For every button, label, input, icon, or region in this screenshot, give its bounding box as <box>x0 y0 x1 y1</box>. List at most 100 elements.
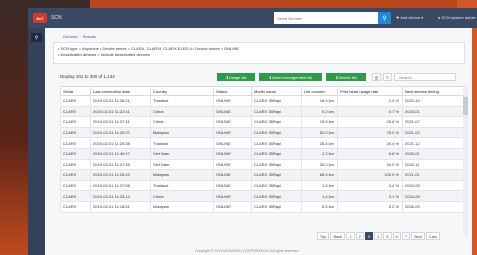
table-cell: CLARX 35Rapi <box>251 116 302 128</box>
pagination-page[interactable]: 6 <box>392 232 401 240</box>
table-cell[interactable]: CLARX <box>60 158 91 171</box>
table-cell: 2019-02-01 11:27:45 <box>90 158 151 171</box>
main-panel: Devices › Results • SCN type = Any/none • … <box>45 28 472 255</box>
table-cell[interactable]: CLARX <box>60 116 91 128</box>
table-cell: 0.2 km <box>301 105 338 118</box>
table-row[interactable]: CLARX 2019-02-01 11:25:42 Malaysia ONLINE CL… <box>60 169 464 181</box>
column-header[interactable]: Life counter <box>301 86 338 96</box>
app-logo[interactable]: IIoT <box>33 13 47 23</box>
table-cell: Thailand <box>150 95 214 107</box>
breadcrumb-devices[interactable]: Devices <box>63 34 77 39</box>
table-cell: 2019-02-01 11:26:21 <box>90 95 151 107</box>
table-cell: 76.2 % <box>337 126 403 139</box>
table-cell: 28.4 km <box>301 137 338 149</box>
device-list-button[interactable]: ⬇ Device list <box>326 73 366 81</box>
pagination-page[interactable]: 1 <box>346 232 355 240</box>
table-cell: 3.1 % <box>337 190 403 202</box>
pagination-page[interactable]: 2 <box>355 232 364 240</box>
table-row[interactable]: CLARX 2019-02-01 11:40:47 Viet Nam ONLINE CL… <box>60 147 464 160</box>
table-cell: 1.4 km <box>301 190 338 202</box>
table-cell[interactable]: CLARX <box>60 95 91 107</box>
table-row[interactable]: CLARX 2019-02-01 11:25:38 Thailand ONLINE CL… <box>60 137 464 149</box>
table-search-input[interactable] <box>394 73 456 81</box>
column-header[interactable]: Print head usage rate <box>337 86 403 96</box>
table-cell: Thailand <box>150 179 214 192</box>
column-header[interactable]: Status <box>213 86 252 96</box>
table-cell: Viet Nam <box>150 158 214 171</box>
scrollbar-thumb[interactable] <box>463 97 468 115</box>
pagination-next[interactable]: Next <box>411 232 426 240</box>
table-cell[interactable]: CLARX <box>60 105 91 118</box>
table-cell: Malaysia <box>150 200 214 213</box>
pagination: Top Back 1 2 3 4 5 6 7 Next Last <box>317 232 441 240</box>
search-icon[interactable]: ⚲ <box>31 33 42 42</box>
table-cell: 2020-11 <box>402 158 464 171</box>
top-navigation-bar: IIoT SCN ⚲ ✚ Add device ▾ ● SCN system a… <box>28 8 477 28</box>
table-cell: ONLINE <box>213 200 252 213</box>
table-cell: CLARX 35Rapi <box>251 137 302 149</box>
table-cell: ONLINE <box>213 190 252 202</box>
column-header[interactable]: Serial <box>60 86 91 96</box>
table-row[interactable]: CLARX 2019-02-01 11:27:45 Viet Nam ONLINE CL… <box>60 158 464 171</box>
table-cell: 34.0 % <box>337 158 403 171</box>
column-header[interactable]: Country <box>150 86 214 96</box>
table-cell: CLARX 35Rapi <box>251 179 302 192</box>
serial-search: ⚲ <box>274 12 391 24</box>
table-cell: ONLINE <box>213 169 252 181</box>
asset-management-list-button[interactable]: ⬇ Asset management list <box>259 73 322 81</box>
table-cell: 2021-01 <box>402 169 464 181</box>
column-settings-button[interactable]: ▥ <box>372 73 381 81</box>
table-row[interactable]: CLARX 2019-02-01 11:18:51 Malaysia ONLINE CL… <box>60 200 464 213</box>
refresh-button[interactable]: ↻ <box>383 73 392 81</box>
chevron-down-icon: ▾ <box>421 15 424 20</box>
usage-list-button[interactable]: ⬇ Usage list <box>217 73 255 81</box>
table-cell[interactable]: CLARX <box>60 137 91 149</box>
add-device-menu[interactable]: ✚ Add device ▾ <box>396 15 423 20</box>
column-header[interactable]: Next service timing <box>402 86 464 96</box>
table-cell: 6.5 km <box>301 200 338 213</box>
pagination-page-active[interactable]: 3 <box>364 232 374 240</box>
pagination-page[interactable]: 7 <box>401 232 410 240</box>
table-cell[interactable]: CLARX <box>60 126 91 139</box>
app-name: SCN <box>51 15 62 21</box>
table-cell: 2026-09 <box>402 200 464 213</box>
table-cell[interactable]: CLARX <box>60 190 91 202</box>
table-row[interactable]: CLARX 2019-02-01 11:33:14 China ONLINE CLARX… <box>60 190 464 202</box>
device-table: Serial Last connection date Country Stat… <box>60 86 464 213</box>
search-icon[interactable]: ⚲ <box>378 12 391 24</box>
table-row[interactable]: CLARX 2019-02-01 11:20:07 Malaysia ONLINE CL… <box>60 126 464 139</box>
table-cell: 2022-10 <box>402 95 464 107</box>
column-header[interactable]: Model name <box>251 86 302 96</box>
pagination-top[interactable]: Top <box>317 232 330 240</box>
table-cell[interactable]: CLARX <box>60 169 91 181</box>
pagination-last[interactable]: Last <box>426 232 440 240</box>
column-header[interactable]: Last connection date <box>90 86 151 96</box>
result-count: Display 201 to 300 of 1,144 <box>60 74 115 79</box>
table-cell[interactable]: CLARX <box>60 147 91 160</box>
table-cell: 30.0 km <box>301 158 338 171</box>
table-row[interactable]: CLARX 2019-02-01 11:26:21 Thailand ONLINE CL… <box>60 95 464 107</box>
table-cell: 6.8 % <box>337 147 403 160</box>
table-cell: CLARX 35Rapi <box>251 147 302 160</box>
sidebar: ⚲ <box>28 28 45 255</box>
table-row[interactable]: CLARX 2019-02-01 11:27:06 Thailand ONLINE CL… <box>60 179 464 192</box>
table-cell[interactable]: CLARX <box>60 200 91 213</box>
table-cell: ONLINE <box>213 137 252 149</box>
table-cell: 2019-02-01 11:18:51 <box>90 200 151 213</box>
table-cell: CLARX 35Rapi <box>251 95 302 107</box>
pagination-page[interactable]: 4 <box>374 232 383 240</box>
table-cell: 2023-01 <box>402 105 464 118</box>
table-cell: 2021-12 <box>402 137 464 149</box>
table-row[interactable]: CLARX 2019-02-01 11:22:41 China ONLINE CLARX… <box>60 105 464 118</box>
table-cell: 2025-01 <box>402 147 464 160</box>
table-cell: CLARX 35Rapi <box>251 158 302 171</box>
table-scrollbar[interactable] <box>463 86 468 236</box>
table-row[interactable]: CLARX 2019-02-01 11:27:41 China ONLINE CLARX… <box>60 116 464 128</box>
table-cell: 0.7 % <box>337 105 403 118</box>
pagination-page[interactable]: 5 <box>383 232 392 240</box>
pagination-back[interactable]: Back <box>330 232 346 240</box>
serial-search-input[interactable] <box>274 12 378 24</box>
user-menu[interactable]: ● SCN system admin <box>438 15 476 20</box>
table-cell[interactable]: CLARX <box>60 179 91 192</box>
table-cell: ONLINE <box>213 126 252 139</box>
